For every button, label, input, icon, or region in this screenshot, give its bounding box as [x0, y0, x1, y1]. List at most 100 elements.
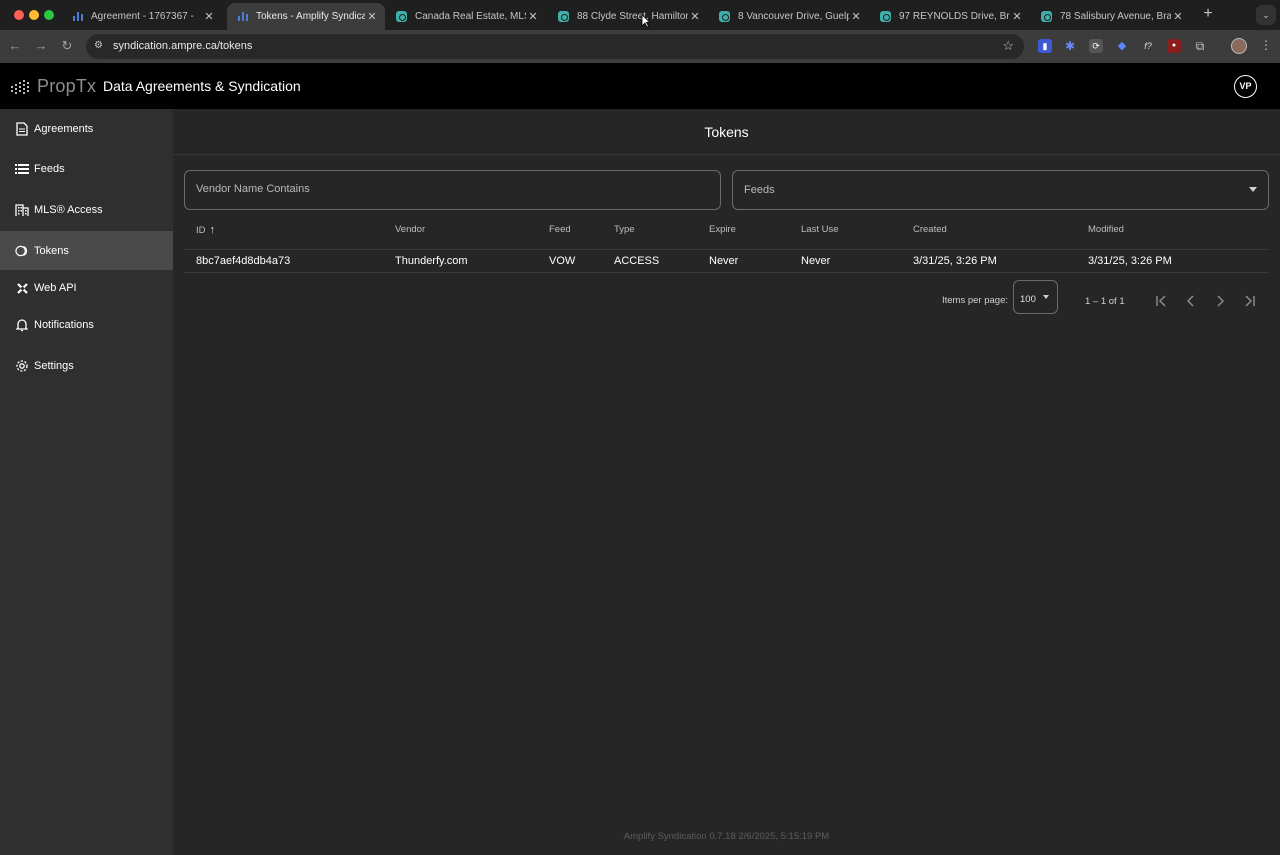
column-header-feed[interactable]: Feed [549, 224, 571, 235]
browser-tab[interactable]: 8 Vancouver Drive, Guelph ✕ [709, 3, 869, 30]
bars-chart-icon [237, 11, 248, 22]
close-icon[interactable]: ✕ [202, 10, 216, 23]
tab-label: Agreement - 1767367 - [91, 11, 194, 22]
web-api-icon [15, 281, 29, 295]
column-header-modified[interactable]: Modified [1088, 224, 1124, 235]
mouse-cursor-icon [641, 14, 650, 28]
tab-label: 97 REYNOLDS Drive, Brock [899, 11, 1010, 22]
last-page-icon [1245, 295, 1255, 307]
next-page-button[interactable] [1211, 292, 1229, 310]
browser-tab[interactable]: Agreement - 1767367 - ✕ [62, 3, 222, 30]
close-icon[interactable]: ✕ [688, 10, 702, 23]
last-page-button[interactable] [1240, 292, 1258, 310]
extension-function-icon[interactable]: f? [1141, 39, 1155, 53]
browser-tab[interactable]: 97 REYNOLDS Drive, Brock ✕ [870, 3, 1030, 30]
previous-page-button[interactable] [1182, 292, 1200, 310]
items-per-page-select[interactable]: 100 [1013, 280, 1058, 314]
extension-sync-icon[interactable]: ⟳ [1089, 39, 1103, 53]
list-icon [15, 162, 29, 176]
tab-search-button[interactable]: ⌄ [1256, 5, 1276, 25]
address-bar[interactable]: ⚙ syndication.ampre.ca/tokens ☆ [86, 34, 1024, 59]
back-button[interactable]: ← [7, 38, 23, 54]
cell-id[interactable]: 8bc7aef4d8db4a73 [196, 255, 290, 267]
column-header-id[interactable]: ID ↑ [196, 224, 215, 236]
sidebar-item-agreements[interactable]: Agreements [0, 110, 173, 148]
sidebar-item-label: Agreements [34, 123, 94, 135]
extension-tag-icon[interactable]: ◆ [1115, 39, 1129, 53]
brand-logo-text: PropTx [37, 76, 97, 96]
zoom-window-button[interactable] [44, 10, 54, 20]
sidebar-item-tokens[interactable]: Tokens [0, 231, 173, 270]
gear-icon [15, 359, 29, 373]
cell-expire[interactable]: Never [709, 255, 738, 267]
browser-toolbar: ← → ↻ ⚙ syndication.ampre.ca/tokens ☆ ▮ … [0, 30, 1280, 63]
sort-ascending-icon: ↑ [209, 224, 216, 236]
close-icon[interactable]: ✕ [1010, 10, 1024, 23]
sidebar-item-label: Notifications [34, 319, 94, 331]
new-tab-button[interactable]: + [1199, 5, 1217, 23]
column-header-expire[interactable]: Expire [709, 224, 736, 235]
feeds-filter-label: Feeds [744, 184, 775, 196]
cell-vendor[interactable]: Thunderfy.com [395, 255, 468, 267]
user-avatar[interactable]: VP [1234, 75, 1257, 98]
close-window-button[interactable] [14, 10, 24, 20]
browser-tab-active[interactable]: Tokens - Amplify Syndicati ✕ [227, 3, 385, 30]
bell-icon [15, 318, 29, 332]
sidebar-item-web-api[interactable]: Web API [0, 269, 173, 307]
close-icon[interactable]: ✕ [849, 10, 863, 23]
sidebar-item-notifications[interactable]: Notifications [0, 306, 173, 344]
tab-label: 78 Salisbury Avenue, Brant [1060, 11, 1171, 22]
reload-button[interactable]: ↻ [59, 38, 75, 54]
browser-tab[interactable]: Canada Real Estate, MLS, I ✕ [386, 3, 546, 30]
house-icon [558, 11, 569, 22]
url-text: syndication.ampre.ca/tokens [113, 40, 253, 52]
cell-created[interactable]: 3/31/25, 3:26 PM [913, 255, 997, 267]
first-page-icon [1156, 295, 1166, 307]
sidebar-item-label: Tokens [34, 244, 69, 257]
house-icon [396, 11, 407, 22]
sidebar-item-feeds[interactable]: Feeds [0, 150, 173, 188]
tab-label: Tokens - Amplify Syndicati [256, 11, 365, 22]
first-page-button[interactable] [1153, 292, 1171, 310]
house-icon [1041, 11, 1052, 22]
version-footer: Amplify Syndication 0.7.18 2/6/2025, 5:1… [623, 831, 830, 842]
close-icon[interactable]: ✕ [365, 10, 379, 23]
profile-avatar-icon[interactable] [1231, 38, 1247, 54]
extension-gear-icon[interactable]: ✱ [1063, 39, 1077, 53]
app-header: PropTx Data Agreements & Syndication VP [0, 63, 1280, 109]
sidebar-item-mls-access[interactable]: MLS® Access [0, 191, 173, 229]
browser-tab[interactable]: 78 Salisbury Avenue, Brant ✕ [1031, 3, 1191, 30]
sidebar-item-label: Feeds [34, 163, 65, 175]
vendor-name-input[interactable] [196, 183, 696, 195]
minimize-window-button[interactable] [29, 10, 39, 20]
extension-red-icon[interactable]: ● [1167, 39, 1181, 53]
browser-tab[interactable]: 88 Clyde Street, Hamilton, ✕ [548, 3, 708, 30]
feeds-filter-select[interactable]: Feeds [732, 170, 1269, 210]
divider [184, 249, 1269, 250]
divider [173, 154, 1280, 155]
bookmark-star-icon[interactable]: ☆ [1002, 38, 1014, 54]
cell-feed[interactable]: VOW [549, 255, 575, 267]
close-icon[interactable]: ✕ [1171, 10, 1185, 23]
main-content: Tokens Feeds ID↑ Vendor Feed Type Expire… [173, 109, 1280, 855]
cell-last-use[interactable]: Never [801, 255, 830, 267]
column-header-created[interactable]: Created [913, 224, 947, 235]
cell-type[interactable]: ACCESS [614, 255, 659, 267]
vendor-name-filter[interactable] [184, 170, 721, 210]
house-icon [719, 11, 730, 22]
site-settings-icon[interactable]: ⚙ [94, 40, 106, 52]
column-header-type[interactable]: Type [614, 224, 635, 235]
tab-label: Canada Real Estate, MLS, I [415, 11, 526, 22]
sidebar-item-settings[interactable]: Settings [0, 347, 173, 385]
forward-button[interactable]: → [33, 38, 49, 54]
page-title: Tokens [704, 124, 749, 140]
sidebar-item-label: MLS® Access [34, 204, 103, 216]
close-icon[interactable]: ✕ [526, 10, 540, 23]
cell-modified[interactable]: 3/31/25, 3:26 PM [1088, 255, 1172, 267]
column-header-last-use[interactable]: Last Use [801, 224, 839, 235]
browser-menu-icon[interactable]: ⋮ [1260, 38, 1272, 52]
dropdown-caret-icon [1043, 295, 1049, 299]
extension-shield-icon[interactable]: ▮ [1038, 39, 1052, 53]
column-header-vendor[interactable]: Vendor [395, 224, 425, 235]
extensions-puzzle-icon[interactable]: ⧉ [1193, 39, 1207, 53]
